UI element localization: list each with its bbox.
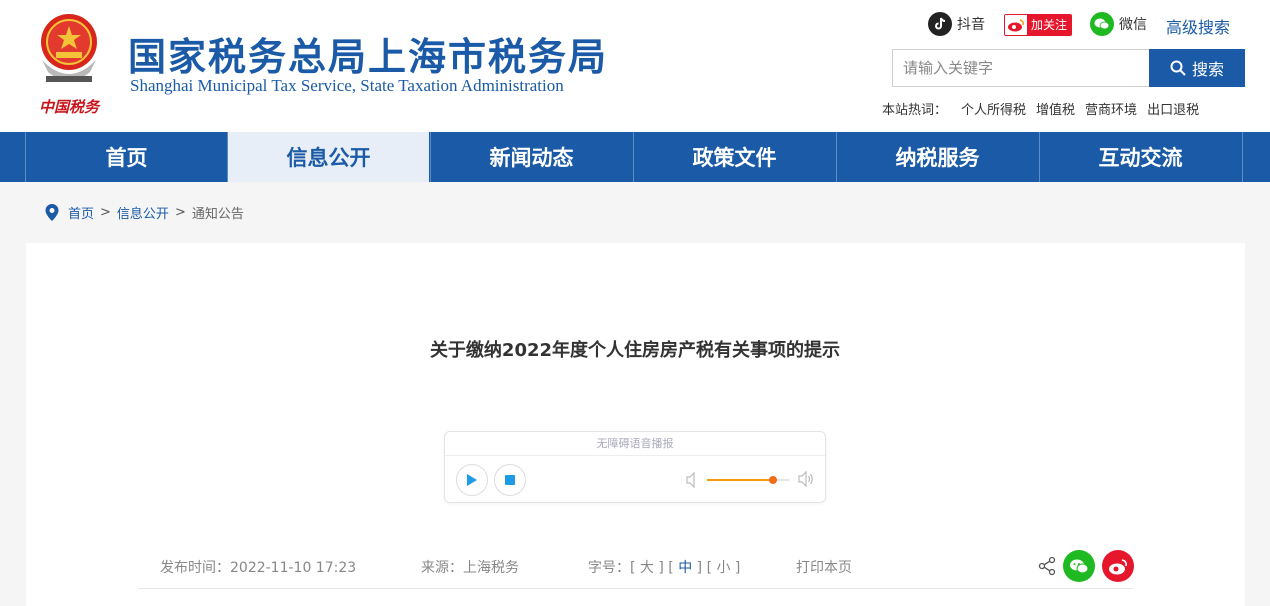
wechat-icon: [1070, 559, 1089, 573]
site-title: 国家税务总局上海市税务局: [128, 35, 609, 79]
audio-player: 无障碍语音播报: [444, 431, 826, 503]
breadcrumb-separator: >: [174, 205, 186, 220]
hot-keyword[interactable]: 营商环境: [1085, 99, 1137, 118]
weibo-icon: [1005, 15, 1027, 35]
font-size-large[interactable]: 大: [640, 560, 654, 576]
hot-keywords-label: 本站热词：: [882, 103, 948, 118]
volume-fill: [707, 479, 773, 481]
share-weibo-button[interactable]: [1102, 550, 1134, 582]
volume-knob[interactable]: [768, 476, 777, 484]
site-header: 中国税务 国家税务总局上海市税务局 Shanghai Municipal Tax…: [0, 0, 1270, 132]
nav-item-interaction[interactable]: 互动交流: [1039, 132, 1241, 182]
font-size-small[interactable]: 小: [716, 560, 730, 576]
volume-low-icon: [686, 472, 695, 488]
nav-item-policy[interactable]: 政策文件: [633, 132, 835, 182]
volume-slider[interactable]: [707, 476, 789, 484]
main-nav: 首页 信息公开 新闻动态 政策文件 纳税服务 互动交流: [0, 132, 1270, 182]
hot-keyword[interactable]: 出口退税: [1147, 99, 1199, 118]
douyin-icon: [928, 12, 952, 36]
search-icon: [1170, 60, 1186, 76]
player-label: 无障碍语音播报: [445, 432, 825, 456]
content-panel: [26, 243, 1245, 606]
play-icon: [467, 474, 477, 486]
douyin-label: 抖音: [957, 17, 985, 33]
play-button[interactable]: [456, 464, 488, 496]
wechat-label: 微信: [1119, 17, 1147, 33]
breadcrumb-info-disclosure[interactable]: 信息公开: [117, 203, 169, 222]
weibo-icon: [1109, 558, 1127, 574]
meta-divider: [138, 588, 1133, 589]
douyin-link[interactable]: 抖音: [928, 12, 985, 36]
hot-keyword[interactable]: 增值税: [1036, 99, 1075, 118]
location-pin-icon: [45, 204, 59, 221]
emblem-icon[interactable]: 中国税务: [28, 10, 110, 120]
article-source: 来源：上海税务: [421, 560, 519, 576]
share-icon[interactable]: [1038, 556, 1056, 576]
nav-divider: [1242, 132, 1243, 182]
weibo-follow-label: 加关注: [1027, 15, 1072, 35]
stop-button[interactable]: [494, 464, 526, 496]
nav-item-taxpayer-service[interactable]: 纳税服务: [836, 132, 1038, 182]
font-size-medium[interactable]: 中: [678, 560, 692, 576]
font-size-label: 字号：: [588, 560, 630, 576]
nav-item-info-disclosure[interactable]: 信息公开: [227, 132, 429, 182]
wechat-link[interactable]: 微信: [1090, 12, 1147, 36]
nav-item-home[interactable]: 首页: [25, 132, 227, 182]
nav-item-news[interactable]: 新闻动态: [430, 132, 632, 182]
font-size-control: 字号：[ 大 ] [ 中 ] [ 小 ]: [588, 560, 741, 576]
logo-text: 中国税务: [39, 98, 101, 116]
breadcrumb: 首页 > 信息公开 > 通知公告: [44, 203, 244, 222]
volume-high-icon: [798, 471, 813, 487]
breadcrumb-current: 通知公告: [191, 207, 244, 222]
breadcrumb-separator: >: [100, 205, 111, 220]
hot-keyword[interactable]: 个人所得税: [961, 99, 1026, 118]
weibo-follow-button[interactable]: 加关注: [1004, 13, 1073, 37]
breadcrumb-home[interactable]: 首页: [68, 203, 94, 222]
search-button[interactable]: 搜索: [1149, 49, 1245, 87]
advanced-search-link[interactable]: 高级搜索: [1166, 14, 1230, 38]
search-input[interactable]: [892, 49, 1149, 87]
share-wechat-button[interactable]: [1063, 550, 1095, 582]
publish-date: 发布时间：2022-11-10 17:23: [160, 560, 357, 576]
article-title: 关于缴纳2022年度个人住房房产税有关事项的提示: [429, 340, 841, 361]
site-subtitle: Shanghai Municipal Tax Service, State Ta…: [130, 76, 564, 95]
wechat-icon: [1090, 12, 1114, 36]
print-page-link[interactable]: 打印本页: [796, 557, 852, 577]
search-button-label: 搜索: [1191, 60, 1224, 79]
hot-keywords: 本站热词： 个人所得税 增值税 营商环境 出口退税: [882, 99, 1209, 118]
stop-icon: [505, 475, 515, 485]
